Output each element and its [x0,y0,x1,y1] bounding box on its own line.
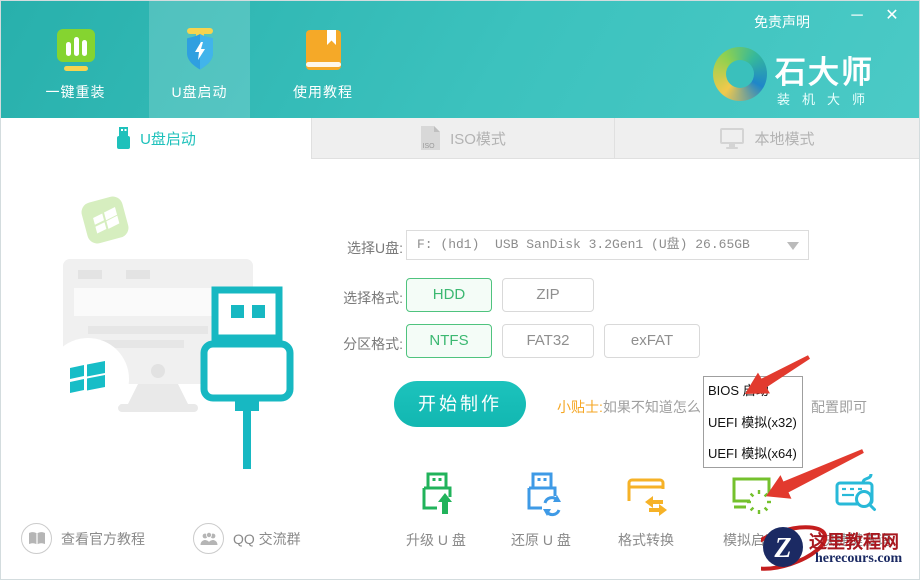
format-option-hdd[interactable]: HDD [406,278,492,312]
usb-illustration [26,166,326,476]
annotation-arrow-top [729,353,815,403]
site-watermark: Z 这里教程网 herecours.com [761,514,919,578]
mode-tab-label: U盘启动 [140,128,196,149]
partition-option-fat32[interactable]: FAT32 [502,324,594,358]
close-button[interactable]: ✕ [879,3,905,29]
tab-usb-boot[interactable]: U盘启动 [149,1,250,118]
tab-label: 使用教程 [273,82,373,102]
menu-item-uefi-x32[interactable]: UEFI 模拟(x32) [708,414,798,431]
usb-upgrade-icon [413,471,459,517]
official-tutorial-link[interactable]: 查看官方教程 [21,523,145,554]
mode-tabs: U盘启动 ISO ISO模式 本地模式 [1,118,919,159]
mode-tab-label: ISO模式 [450,128,506,149]
tab-one-key-reinstall[interactable]: 一键重装 [27,1,124,118]
brand-logo: 石大师 装机大师 [713,45,913,107]
partition-label: 分区格式: [331,334,403,354]
watermark-letter: Z [773,533,791,564]
usb-drive-icon [116,127,131,151]
minimize-button[interactable]: ─ [844,3,870,29]
format-option-zip[interactable]: ZIP [502,278,594,312]
shield-lightning-icon [176,26,224,74]
usb-device-dropdown[interactable]: F: (hd1) USB SanDisk 3.2Gen1 (U盘) 26.65G… [406,230,809,260]
qq-group-link[interactable]: QQ 交流群 [193,523,301,554]
book-icon [299,26,347,74]
link-label: 查看官方教程 [61,529,145,549]
format-label: 选择格式: [331,288,403,308]
disclaimer-link[interactable]: 免责声明 [754,12,810,32]
partition-option-ntfs[interactable]: NTFS [406,324,492,358]
brand-name: 石大师 [775,47,874,92]
tool-format-convert[interactable]: 格式转换 [600,471,692,550]
chevron-down-icon [787,242,799,256]
partition-option-exfat[interactable]: exFAT [604,324,700,358]
iso-file-icon: ISO [420,125,441,151]
usb-device-value: F: (hd1) USB SanDisk 3.2Gen1 (U盘) 26.65G… [407,231,808,259]
annotation-arrow-bottom [753,447,869,505]
start-make-button[interactable]: 开始制作 [394,381,526,427]
tip-text-right: 配置即可 [811,397,867,417]
usb-restore-icon [518,471,564,517]
brand-subtitle: 装机大师 [777,89,877,108]
tab-tutorial[interactable]: 使用教程 [273,1,373,118]
format-convert-icon [623,471,669,517]
tab-label: U盘启动 [149,82,250,102]
app-window: 一键重装 U盘启动 使用教程 [0,0,920,580]
header: 一键重装 U盘启动 使用教程 [1,1,919,118]
tool-upgrade-usb[interactable]: 升级 U 盘 [390,471,482,550]
mode-tab-local[interactable]: 本地模式 [614,118,919,159]
svg-text:ISO: ISO [423,143,436,150]
mode-tab-iso[interactable]: ISO ISO模式 [311,118,614,159]
brand-logo-icon [713,47,767,101]
tool-label: 升级 U 盘 [390,530,482,550]
tool-restore-usb[interactable]: 还原 U 盘 [495,471,587,550]
mode-tab-label: 本地模式 [754,128,814,149]
usb-select-label: 选择U盘: [331,238,403,258]
tip-prefix: 小贴士: [557,399,603,415]
book-open-icon [21,523,52,554]
bar-chart-icon [52,26,100,74]
tab-label: 一键重装 [27,82,124,102]
tool-label: 格式转换 [600,530,692,550]
link-label: QQ 交流群 [233,529,301,549]
tip-text-left: 小贴士:如果不知道怎么 [557,397,701,417]
monitor-icon [719,127,745,150]
mode-tab-usb-boot[interactable]: U盘启动 [1,118,311,159]
tool-label: 还原 U 盘 [495,530,587,550]
watermark-site-url: herecours.com [815,551,902,567]
people-group-icon [193,523,224,554]
